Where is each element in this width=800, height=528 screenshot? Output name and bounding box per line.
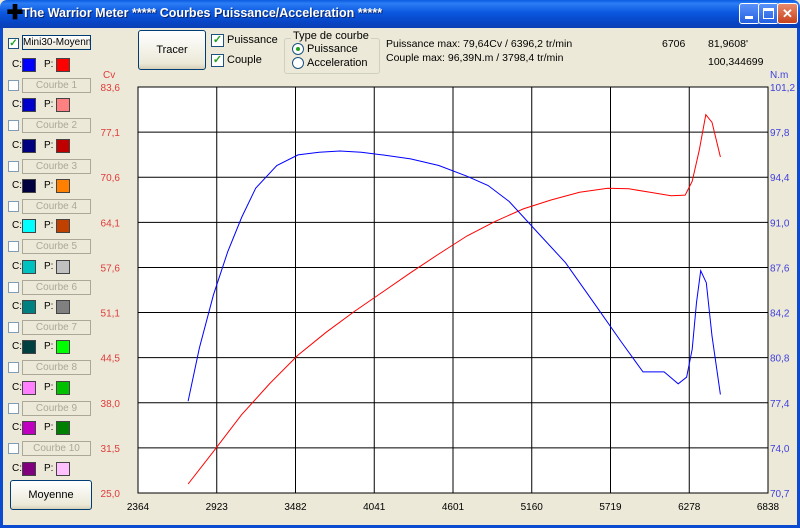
left-tick-label: 83,6 bbox=[101, 83, 121, 94]
left-tick-label: 64,1 bbox=[101, 218, 121, 229]
left-tick-label: 57,6 bbox=[101, 263, 121, 274]
right-tick-label: 74,0 bbox=[770, 444, 790, 455]
left-tick-label: 44,5 bbox=[101, 354, 121, 365]
left-tick-label: 25,0 bbox=[101, 489, 121, 500]
x-tick-label: 5160 bbox=[521, 502, 544, 513]
left-tick-label: 31,5 bbox=[101, 444, 121, 455]
left-axis-unit: Cv bbox=[103, 70, 115, 81]
x-tick-label: 2364 bbox=[127, 502, 150, 513]
right-tick-label: 91,0 bbox=[770, 218, 790, 229]
right-tick-label: 87,6 bbox=[770, 263, 790, 274]
right-tick-label: 97,8 bbox=[770, 128, 790, 139]
x-tick-label: 5719 bbox=[599, 502, 622, 513]
right-tick-label: 94,4 bbox=[770, 173, 790, 184]
x-tick-label: 4601 bbox=[442, 502, 465, 513]
left-tick-label: 51,1 bbox=[101, 309, 121, 320]
right-tick-label: 70,7 bbox=[770, 489, 790, 500]
left-tick-label: 77,1 bbox=[101, 128, 121, 139]
x-tick-label: 6278 bbox=[678, 502, 701, 513]
x-tick-label: 2923 bbox=[206, 502, 229, 513]
x-tick-label: 6838 bbox=[757, 502, 780, 513]
right-axis-unit: N.m bbox=[770, 70, 788, 81]
right-tick-label: 84,2 bbox=[770, 309, 790, 320]
right-tick-label: 101,2 bbox=[770, 83, 795, 94]
left-tick-label: 70,6 bbox=[101, 173, 121, 184]
chart: 2364 2923 3482 4041 4601 5160 5719 6278 6838 83,6… bbox=[101, 70, 796, 513]
right-tick-label: 80,8 bbox=[770, 354, 790, 365]
x-tick-label: 3482 bbox=[284, 502, 307, 513]
left-tick-label: 38,0 bbox=[101, 399, 121, 410]
right-tick-label: 77,4 bbox=[770, 399, 790, 410]
x-tick-label: 4041 bbox=[363, 502, 386, 513]
